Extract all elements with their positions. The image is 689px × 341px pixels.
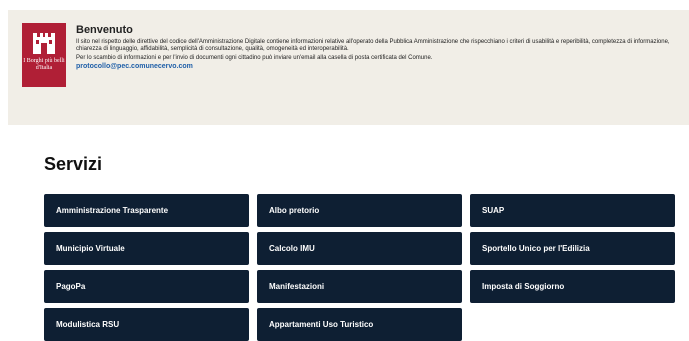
pec-email-link[interactable]: protocollo@pec.comunecervo.com (76, 63, 685, 70)
service-calcolo-imu[interactable]: Calcolo IMU (257, 232, 462, 265)
service-appartamenti-uso-turistico[interactable]: Appartamenti Uso Turistico (257, 308, 462, 341)
borghi-logo: I Borghi più belli d'Italia (22, 23, 66, 87)
service-manifestazioni[interactable]: Manifestazioni (257, 270, 462, 303)
welcome-text-pec: Per lo scambio di informazioni e per l'i… (76, 55, 433, 61)
logo-text: I Borghi più belli d'Italia (23, 58, 65, 71)
service-modulistica-rsu[interactable]: Modulistica RSU (44, 308, 249, 341)
welcome-text: Il sito nel rispetto delle direttive del… (76, 39, 670, 52)
service-amministrazione-trasparente[interactable]: Amministrazione Trasparente (44, 194, 249, 227)
welcome-banner: I Borghi più belli d'Italia Benvenuto Il… (8, 10, 689, 125)
services-title: Servizi (44, 154, 103, 174)
service-imposta-soggiorno[interactable]: Imposta di Soggiorno (470, 270, 675, 303)
castle-icon (33, 33, 55, 54)
service-albo-pretorio[interactable]: Albo pretorio (257, 194, 462, 227)
service-suap[interactable]: SUAP (470, 194, 675, 227)
service-municipio-virtuale[interactable]: Municipio Virtuale (44, 232, 249, 265)
service-pagopa[interactable]: PagoPa (44, 270, 249, 303)
welcome-body: Benvenuto Il sito nel rispetto delle dir… (76, 24, 685, 70)
service-sportello-edilizia[interactable]: Sportello Unico per l'Edilizia (470, 232, 675, 265)
services-grid: Amministrazione Trasparente Albo pretori… (44, 194, 675, 341)
welcome-title: Benvenuto (76, 24, 133, 36)
